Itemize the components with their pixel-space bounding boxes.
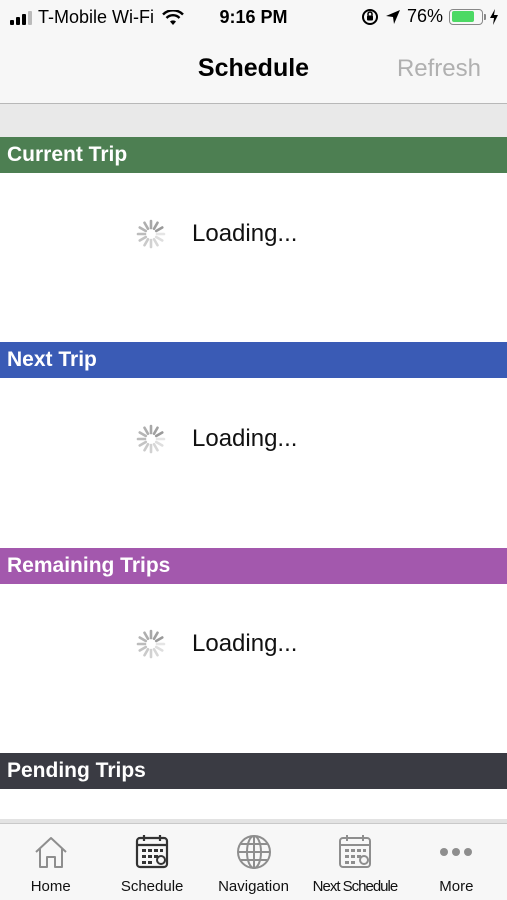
tab-label: Navigation bbox=[218, 878, 289, 895]
location-arrow-icon bbox=[385, 9, 400, 24]
calendar-icon bbox=[338, 835, 371, 868]
status-left: T-Mobile Wi-Fi bbox=[10, 7, 184, 28]
tab-navigation[interactable]: Navigation bbox=[203, 824, 304, 900]
current-trip-header: Current Trip bbox=[0, 137, 507, 173]
refresh-button[interactable]: Refresh bbox=[397, 55, 481, 83]
battery-percent: 76% bbox=[406, 6, 443, 26]
pending-trips-content bbox=[0, 789, 507, 823]
next-trip-loading: Loading... bbox=[136, 424, 297, 454]
charging-bolt-icon bbox=[490, 8, 498, 25]
battery-icon bbox=[449, 8, 486, 25]
status-bar: T-Mobile Wi-Fi 9:16 PM 76% bbox=[0, 0, 507, 36]
globe-icon bbox=[236, 835, 271, 869]
spinner-icon bbox=[136, 629, 166, 659]
tab-schedule[interactable]: Schedule bbox=[101, 824, 202, 900]
tab-more[interactable]: More bbox=[406, 824, 507, 900]
more-dots-icon bbox=[440, 848, 473, 856]
loading-text: Loading... bbox=[192, 630, 298, 657]
loading-text: Loading... bbox=[192, 425, 298, 452]
home-icon bbox=[35, 837, 67, 868]
status-right: 76% bbox=[361, 6, 499, 27]
spinner-icon bbox=[136, 219, 166, 249]
tab-bar: Home Schedule Navigation Next Schedule M… bbox=[0, 823, 507, 900]
status-time: 9:16 PM bbox=[219, 7, 288, 27]
tab-next-schedule[interactable]: Next Schedule bbox=[304, 824, 405, 900]
tab-label: Schedule bbox=[120, 878, 184, 895]
pending-trips-header: Pending Trips bbox=[0, 753, 507, 789]
loading-text: Loading... bbox=[192, 220, 298, 247]
carrier-name: T-Mobile Wi-Fi bbox=[38, 7, 154, 27]
rotation-lock-icon bbox=[361, 8, 378, 25]
header-spacer bbox=[0, 104, 507, 138]
spinner-icon bbox=[136, 424, 166, 454]
remaining-trips-header: Remaining Trips bbox=[0, 548, 507, 584]
tab-label: Home bbox=[30, 878, 71, 895]
tab-home[interactable]: Home bbox=[0, 824, 101, 900]
navigation-bar: Schedule Refresh bbox=[0, 36, 507, 104]
wifi-icon bbox=[162, 9, 184, 25]
cell-signal-icon bbox=[10, 10, 32, 25]
calendar-icon bbox=[136, 835, 169, 869]
tab-label: More bbox=[439, 878, 474, 895]
tab-label: Next Schedule bbox=[312, 878, 399, 895]
current-trip-loading: Loading... bbox=[136, 219, 297, 249]
next-trip-header: Next Trip bbox=[0, 342, 507, 378]
remaining-trips-loading: Loading... bbox=[136, 629, 297, 659]
